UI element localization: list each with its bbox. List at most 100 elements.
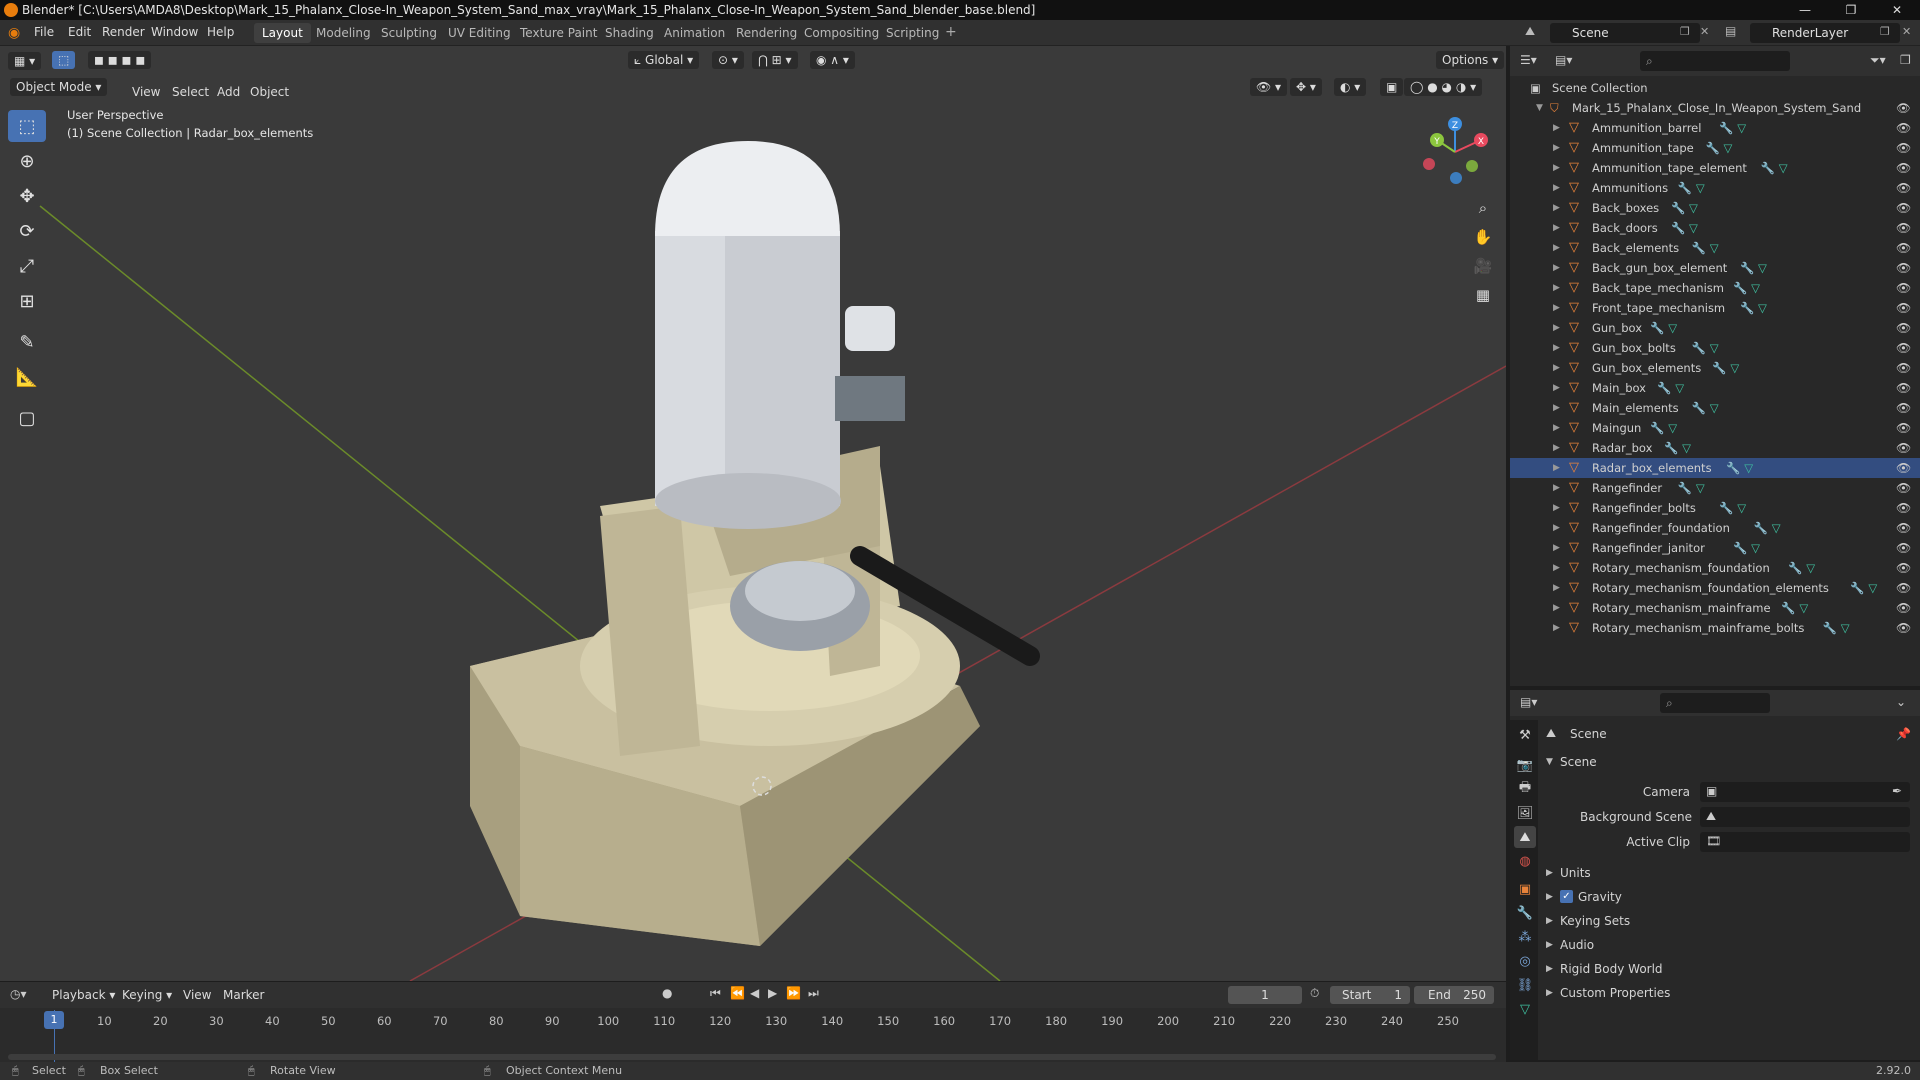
outliner-object-row[interactable]: ▶ ▽ Rangefinder 🔧 ▽ 👁 [1510,478,1920,498]
audio-arrow-icon[interactable]: ▶ [1546,940,1553,950]
jump-start-icon[interactable]: ⏮ [710,986,721,1001]
filter-icon[interactable]: ⏷▾ [1870,53,1886,68]
eye-icon[interactable]: 👁 [1896,218,1911,238]
renderlayer-selector[interactable]: RenderLayer [1750,23,1900,43]
record-icon[interactable]: ● [662,986,672,1000]
menu-edit[interactable]: Edit [68,25,91,39]
menu-marker[interactable]: Marker [223,988,264,1002]
expand-arrow-icon[interactable]: ▶ [1553,298,1560,318]
eye-icon[interactable]: 👁 [1896,418,1911,438]
modifier-icon[interactable]: 🔧 [1761,158,1775,178]
custom-properties-panel[interactable]: Custom Properties [1560,986,1670,1000]
outliner-object-row[interactable]: ▶ ▽ Radar_box_elements 🔧 ▽ 👁 [1510,458,1920,478]
outliner-object-row[interactable]: ▶ ▽ Back_doors 🔧 ▽ 👁 [1510,218,1920,238]
mesh-data-icon[interactable]: ▽ [1772,518,1781,538]
modifier-icon[interactable]: 🔧 [1706,138,1720,158]
selection-mode-icons[interactable]: ◼ ◼ ◼ ◼ [88,51,152,69]
modifier-icon[interactable]: 🔧 [1754,518,1768,538]
close-button[interactable]: ✕ [1874,0,1920,20]
options-button[interactable]: Options ▾ [1436,51,1505,69]
scene-selector[interactable]: Scene [1550,23,1700,43]
3d-viewport[interactable]: ▦ ▾ Object Mode ▾ View Select Add Object… [0,46,1506,981]
properties-options-icon[interactable]: ⌄ [1896,695,1906,709]
menu-add[interactable]: Add [217,85,240,99]
delete-view-layer-icon[interactable]: ✕ [1902,25,1911,38]
physics-tab-icon[interactable]: ◎ [1514,950,1536,972]
mesh-data-icon[interactable]: ▽ [1724,138,1733,158]
mesh-data-icon[interactable]: ▽ [1710,338,1719,358]
expand-arrow-icon[interactable]: ▶ [1553,478,1560,498]
transform-orientation-selector[interactable]: ⟀ Global ▾ [628,51,700,69]
eye-icon[interactable]: 👁 [1896,378,1911,398]
outliner-object-row[interactable]: ▶ ▽ Back_elements 🔧 ▽ 👁 [1510,238,1920,258]
eye-icon[interactable]: 👁 [1896,598,1911,618]
shading-mode-icons[interactable]: ◯ ● ◕ ◑ ▾ [1404,78,1483,96]
expand-arrow-icon[interactable]: ▶ [1553,498,1560,518]
eye-icon[interactable]: 👁 [1896,538,1911,558]
mesh-data-icon[interactable]: ▽ [1696,478,1705,498]
eye-icon[interactable]: 👁 [1896,578,1911,598]
display-mode-icon[interactable]: ▤▾ [1555,53,1572,67]
eye-icon[interactable]: 👁 [1896,118,1911,138]
constraints-tab-icon[interactable]: ⛓ [1514,974,1536,996]
outliner-object-row[interactable]: ▶ ▽ Main_elements 🔧 ▽ 👁 [1510,398,1920,418]
expand-arrow-icon[interactable]: ▶ [1553,598,1560,618]
jump-keyframe-back-icon[interactable]: ⏪ [730,986,745,1000]
scene-tab-icon[interactable]: ⛰ [1514,826,1536,848]
expand-arrow-icon[interactable]: ▶ [1553,138,1560,158]
add-workspace-icon[interactable]: + [945,24,957,40]
eye-icon[interactable]: 👁 [1896,478,1911,498]
overlay-toggle-icon[interactable]: ◐ ▾ [1334,78,1367,96]
expand-arrow-icon[interactable]: ▶ [1553,458,1560,478]
cursor-tool-icon[interactable]: ⊕ [8,145,46,177]
mesh-data-icon[interactable]: ▽ [1751,538,1760,558]
mesh-data-icon[interactable]: ▽ [1696,178,1705,198]
proportional-editing-icon[interactable]: ◉ ∧ ▾ [810,51,855,69]
modifier-icon[interactable]: 🔧 [1726,458,1740,478]
minimize-button[interactable]: — [1782,0,1828,20]
snap-icon[interactable]: ⋂ ⊞ ▾ [752,51,798,69]
expand-arrow-icon[interactable]: ▶ [1553,118,1560,138]
expand-arrow-icon[interactable]: ▶ [1553,178,1560,198]
render-tab-icon[interactable]: 📷 [1514,754,1536,776]
menu-render[interactable]: Render [102,25,145,39]
gravity-checkbox[interactable]: ✓ [1560,890,1573,903]
mesh-data-icon[interactable]: ▽ [1744,458,1753,478]
outliner-object-row[interactable]: ▶ ▽ Front_tape_mechanism 🔧 ▽ 👁 [1510,298,1920,318]
menu-file[interactable]: File [34,25,54,39]
jump-end-icon[interactable]: ⏭ [808,986,819,1001]
outliner-object-row[interactable]: ▶ ▽ Gun_box 🔧 ▽ 👁 [1510,318,1920,338]
modifier-icon[interactable]: 🔧 [1678,178,1692,198]
eye-icon[interactable]: 👁 [1896,458,1911,478]
outliner-object-row[interactable]: ▶ ▽ Radar_box 🔧 ▽ 👁 [1510,438,1920,458]
world-tab-icon[interactable]: ◍ [1514,850,1536,872]
outliner-collection-row[interactable]: ▼ ⛉ Mark_15_Phalanx_Close_In_Weapon_Syst… [1510,98,1920,118]
eye-icon[interactable]: 👁 [1896,298,1911,318]
outliner-object-row[interactable]: ▶ ▽ Back_boxes 🔧 ▽ 👁 [1510,198,1920,218]
mesh-data-icon[interactable]: ▽ [1751,278,1760,298]
modifier-icon[interactable]: 🔧 [1733,538,1747,558]
new-collection-icon[interactable]: ❐ [1900,53,1911,67]
eye-icon[interactable]: 👁 [1896,518,1911,538]
eye-icon[interactable]: 👁 [1896,198,1911,218]
eye-icon[interactable]: 👁 [1896,158,1911,178]
mesh-data-icon[interactable]: ▽ [1806,558,1815,578]
expand-arrow-icon[interactable]: ▶ [1553,358,1560,378]
tab-layout[interactable]: Layout [254,23,311,43]
modifier-icon[interactable]: 🔧 [1664,438,1678,458]
timeline-scrollbar[interactable] [8,1054,1496,1060]
transform-tool-icon[interactable]: ⊞ [8,285,46,317]
blender-menu-icon[interactable]: ◉ [8,25,20,41]
outliner-object-row[interactable]: ▶ ▽ Rotary_mechanism_mainframe 🔧 ▽ 👁 [1510,598,1920,618]
mesh-data-icon[interactable]: ▽ [1675,378,1684,398]
audio-panel[interactable]: Audio [1560,938,1594,952]
measure-tool-icon[interactable]: 📐 [8,361,46,393]
select-box-tool-icon[interactable]: ⬚ [8,110,46,142]
output-tab-icon[interactable]: 🖶 [1514,778,1536,800]
outliner-scene-collection[interactable]: ▣ Scene Collection [1510,78,1920,98]
pin-icon[interactable]: 📌 [1896,727,1911,741]
menu-view[interactable]: View [132,85,160,99]
eye-icon[interactable]: 👁 [1896,398,1911,418]
modifier-icon[interactable]: 🔧 [1733,278,1747,298]
properties-search-input[interactable]: ⌕ [1660,693,1770,713]
